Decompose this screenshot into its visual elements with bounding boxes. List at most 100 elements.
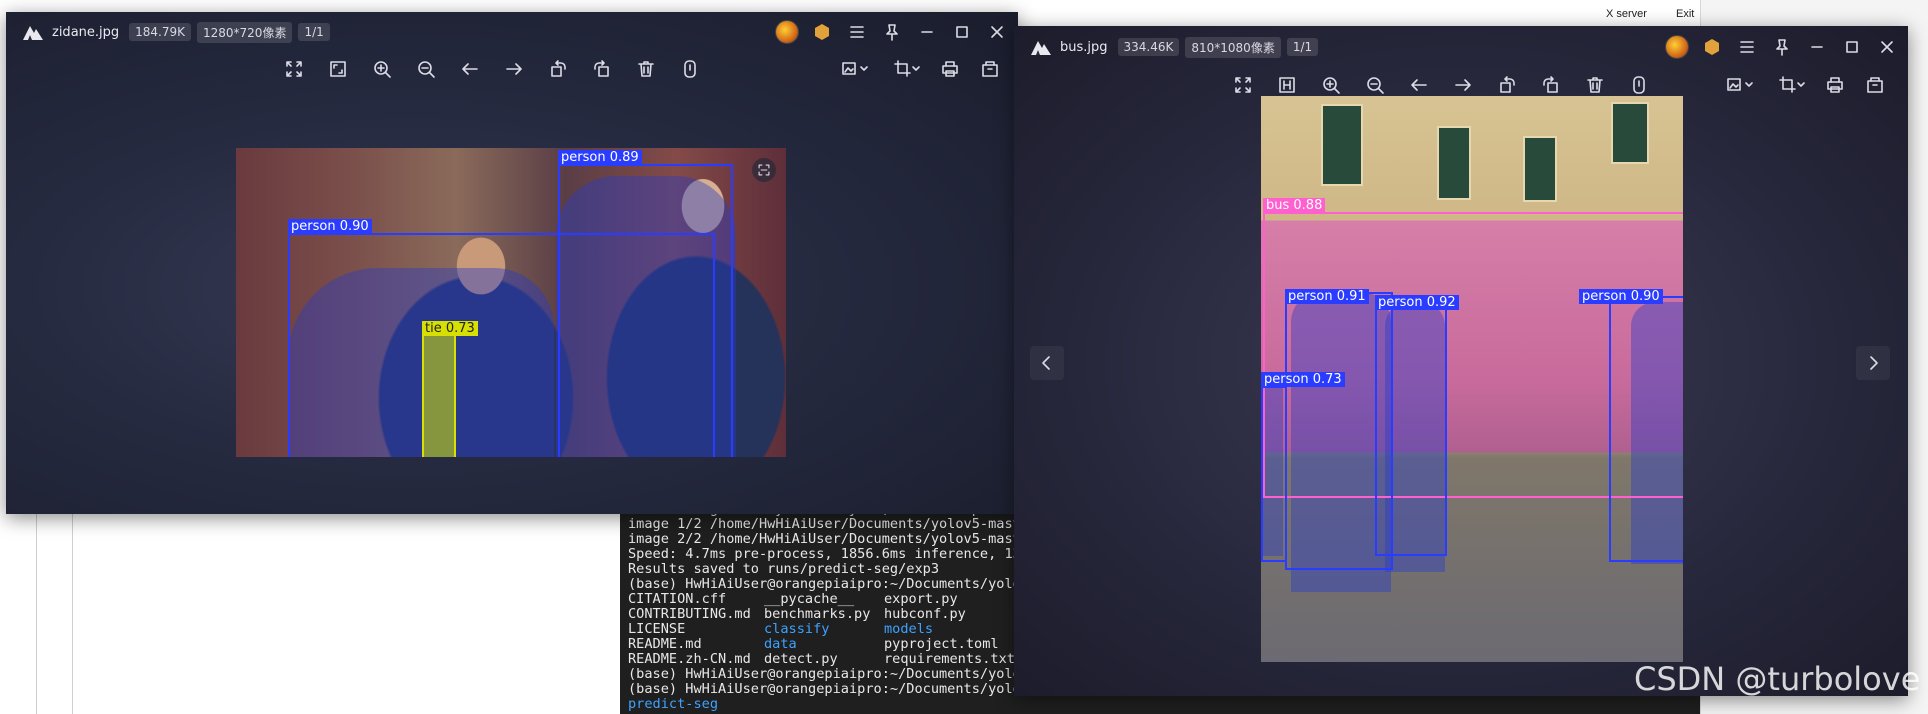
minimize-icon[interactable]: [914, 19, 940, 45]
terminal-file: detect.py: [764, 651, 838, 667]
next-icon[interactable]: [1450, 72, 1476, 98]
print-icon[interactable]: [1822, 72, 1848, 98]
terminal-file: export.py: [884, 591, 958, 607]
detection-box: [1609, 296, 1683, 562]
edit-image-icon[interactable]: [837, 56, 873, 82]
zoom-in-icon[interactable]: [369, 56, 395, 82]
fullscreen-icon[interactable]: [281, 56, 307, 82]
terminal-line: image 1/2 /home/HwHiAiUser/Documents/yol…: [628, 516, 1021, 532]
zoom-out-icon[interactable]: [1362, 72, 1388, 98]
detection-box: [1375, 300, 1447, 556]
fit-window-icon[interactable]: [1274, 72, 1300, 98]
file-name: bus.jpg: [1060, 39, 1108, 55]
terminal-file: requirements.txt: [884, 651, 1015, 667]
maximize-icon[interactable]: [949, 19, 975, 45]
detection-box: [422, 334, 456, 457]
menu-icon[interactable]: [1734, 34, 1760, 60]
terminal-line: image 2/2 /home/HwHiAiUser/Documents/yol…: [628, 531, 1021, 547]
terminal-line: (base) HwHiAiUser@orangepiaipro:~/Docume…: [628, 576, 1021, 592]
building-window: [1611, 102, 1649, 164]
viewer-toolbar: [6, 56, 1018, 92]
rotate-right-icon[interactable]: [1538, 72, 1564, 98]
terminal-line: Speed: 4.7ms pre-process, 1856.6ms infer…: [628, 546, 1021, 562]
terminal-file: CITATION.cff: [628, 591, 727, 607]
terminal-dir: models: [884, 621, 934, 637]
avatar-icon[interactable]: [774, 19, 800, 45]
page-index-badge: 1/1: [298, 23, 330, 41]
fit-window-icon[interactable]: [325, 56, 351, 82]
detection-label: person 0.90: [1579, 289, 1663, 304]
detection-label: bus 0.88: [1263, 198, 1326, 213]
ocr-scan-icon[interactable]: [752, 158, 776, 182]
building-window: [1321, 104, 1363, 186]
detection-label: person 0.90: [288, 219, 372, 234]
zoom-out-icon[interactable]: [413, 56, 439, 82]
xserver-label[interactable]: X server: [1606, 8, 1647, 20]
page-index-badge: 1/1: [1286, 38, 1319, 56]
info-icon[interactable]: [1626, 72, 1652, 98]
file-name: zidane.jpg: [52, 24, 120, 40]
open-folder-icon[interactable]: [1862, 72, 1888, 98]
print-icon[interactable]: [937, 56, 963, 82]
badge-icon[interactable]: [1699, 34, 1725, 60]
pin-icon[interactable]: [879, 19, 905, 45]
detection-label: person 0.73: [1261, 372, 1345, 387]
exit-label[interactable]: Exit: [1676, 8, 1694, 20]
zoom-in-icon[interactable]: [1318, 72, 1344, 98]
next-icon[interactable]: [501, 56, 527, 82]
document-margin-line: [72, 500, 73, 714]
app-logo-icon: [23, 26, 43, 40]
close-icon[interactable]: [1874, 34, 1900, 60]
maximize-icon[interactable]: [1839, 34, 1865, 60]
rotate-right-icon[interactable]: [589, 56, 615, 82]
terminal-dir: data: [764, 636, 797, 652]
pin-icon[interactable]: [1769, 34, 1795, 60]
previous-icon[interactable]: [457, 56, 483, 82]
crop-icon[interactable]: [1774, 72, 1810, 98]
detection-label: person 0.91: [1285, 289, 1369, 304]
next-image-arrow[interactable]: [1856, 346, 1890, 380]
building-window: [1523, 136, 1557, 202]
terminal-file: pyproject.toml: [884, 636, 999, 652]
resolution-badge: 810*1080像素: [1185, 36, 1281, 58]
terminal-file: README.md: [628, 636, 702, 652]
terminal-file: benchmarks.py: [764, 606, 871, 622]
open-folder-icon[interactable]: [977, 56, 1003, 82]
file-size-badge: 184.79K: [129, 23, 191, 41]
image-viewer-zidane[interactable]: zidane.jpg 184.79K 1280*720像素 1/1 person…: [6, 12, 1018, 514]
viewer-titlebar[interactable]: bus.jpg 334.46K 810*1080像素 1/1: [1014, 26, 1908, 68]
image-canvas[interactable]: person 0.89 person 0.90 tie 0.73: [236, 148, 786, 457]
terminal-file: CONTRIBUTING.md: [628, 606, 751, 622]
image-canvas[interactable]: bus 0.88 person 0.91 person 0.92 person …: [1261, 96, 1683, 662]
detection-label: person 0.92: [1375, 295, 1459, 310]
minimize-icon[interactable]: [1804, 34, 1830, 60]
building-window: [1437, 126, 1471, 200]
edit-image-icon[interactable]: [1722, 72, 1758, 98]
detection-box: [1261, 386, 1287, 562]
terminal-file: hubconf.py: [884, 606, 966, 622]
terminal-file: LICENSE: [628, 621, 686, 637]
delete-icon[interactable]: [633, 56, 659, 82]
previous-image-arrow[interactable]: [1030, 346, 1064, 380]
rotate-left-icon[interactable]: [1494, 72, 1520, 98]
terminal-line: Results saved to runs/predict-seg/exp3: [628, 561, 939, 577]
detection-box: [288, 233, 715, 457]
crop-icon[interactable]: [889, 56, 925, 82]
rotate-left-icon[interactable]: [545, 56, 571, 82]
terminal-dir: predict-seg: [628, 696, 719, 712]
background-document: [36, 500, 627, 714]
fullscreen-icon[interactable]: [1230, 72, 1256, 98]
terminal-dir: __pycache__: [764, 591, 855, 607]
app-logo-icon: [1031, 41, 1051, 55]
avatar-icon[interactable]: [1664, 34, 1690, 60]
resolution-badge: 1280*720像素: [197, 21, 293, 43]
delete-icon[interactable]: [1582, 72, 1608, 98]
badge-icon[interactable]: [809, 19, 835, 45]
close-icon[interactable]: [984, 19, 1010, 45]
menu-icon[interactable]: [844, 19, 870, 45]
viewer-titlebar[interactable]: zidane.jpg 184.79K 1280*720像素 1/1: [6, 12, 1018, 52]
image-viewer-bus[interactable]: bus.jpg 334.46K 810*1080像素 1/1 bus 0.88 …: [1014, 26, 1908, 696]
info-icon[interactable]: [677, 56, 703, 82]
watermark: CSDN @turbolove: [1634, 660, 1921, 698]
previous-icon[interactable]: [1406, 72, 1432, 98]
